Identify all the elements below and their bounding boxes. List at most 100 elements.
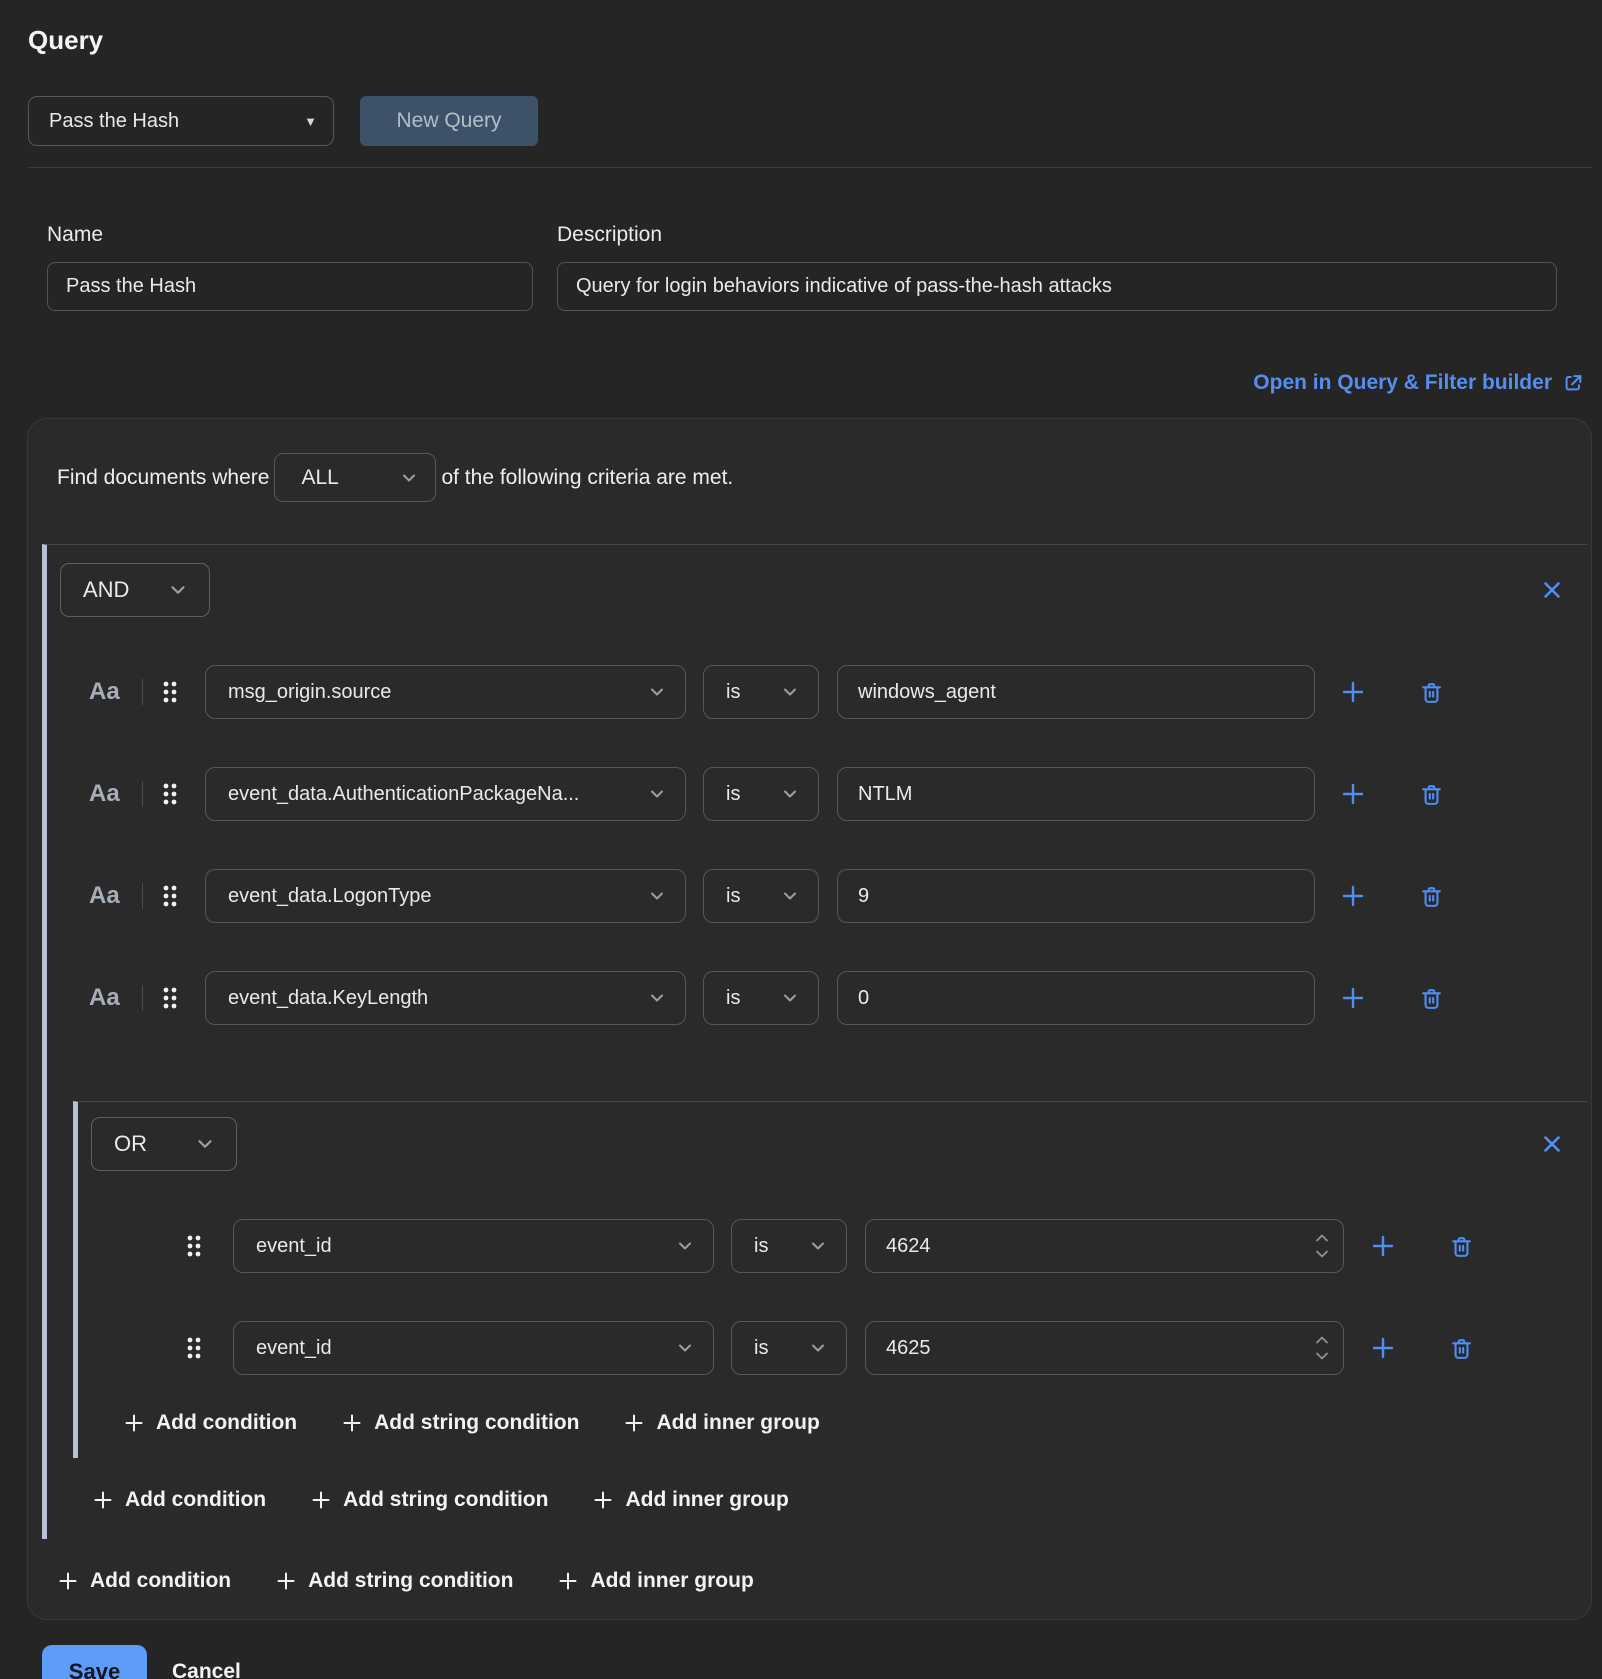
add-condition-inline-button[interactable] — [1370, 1335, 1396, 1361]
remove-or-group-button[interactable] — [1540, 1132, 1564, 1156]
field-select[interactable]: msg_origin.source — [205, 665, 686, 719]
remove-and-group-button[interactable] — [1540, 578, 1564, 602]
operator-select[interactable]: is — [703, 767, 819, 821]
match-type-select[interactable]: ALL — [274, 453, 436, 502]
save-button[interactable]: Save — [42, 1645, 147, 1679]
chevron-down-icon — [399, 468, 419, 488]
add-condition-button[interactable]: Add condition — [124, 1411, 297, 1435]
add-condition-inline-button[interactable] — [1370, 1233, 1396, 1259]
number-value-input[interactable]: 4625 — [865, 1321, 1344, 1375]
add-condition-inline-button[interactable] — [1340, 781, 1366, 807]
close-icon — [1540, 578, 1564, 602]
value-input[interactable]: windows_agent — [837, 665, 1315, 719]
description-label: Description — [557, 222, 1557, 248]
form-actions: Save Cancel — [42, 1645, 1602, 1679]
close-icon — [1540, 1132, 1564, 1156]
plus-icon — [1340, 883, 1366, 909]
add-condition-inline-button[interactable] — [1340, 883, 1366, 909]
and-group-add-row: Add condition Add string condition Add i… — [93, 1488, 1587, 1512]
page-title: Query — [28, 24, 1602, 56]
field-select[interactable]: event_data.AuthenticationPackageNa... — [205, 767, 686, 821]
drag-handle-icon[interactable] — [186, 1234, 202, 1258]
drag-handle-icon[interactable] — [162, 680, 178, 704]
number-stepper[interactable] — [1315, 1336, 1329, 1361]
add-condition-button[interactable]: Add condition — [58, 1569, 231, 1593]
criteria-suffix: of the following criteria are met. — [441, 466, 733, 490]
trash-icon — [1419, 680, 1444, 705]
number-stepper[interactable] — [1315, 1234, 1329, 1259]
add-string-condition-button[interactable]: Add string condition — [276, 1569, 513, 1593]
open-in-builder-link[interactable]: Open in Query & Filter builder — [1253, 371, 1584, 395]
operator-select[interactable]: is — [731, 1219, 847, 1273]
or-operator-value: OR — [114, 1131, 147, 1157]
number-value-input[interactable]: 4624 — [865, 1219, 1344, 1273]
chevron-down-icon — [780, 988, 800, 1008]
delete-condition-button[interactable] — [1419, 884, 1444, 909]
add-condition-inline-button[interactable] — [1340, 679, 1366, 705]
condition-row: Aa event_data.AuthenticationPackageNa...… — [60, 767, 1587, 821]
field-select[interactable]: event_id — [233, 1321, 714, 1375]
and-operator-value: AND — [83, 577, 129, 603]
value-input[interactable]: NTLM — [837, 767, 1315, 821]
trash-icon — [1419, 782, 1444, 807]
string-condition-icon: Aa — [89, 780, 122, 808]
criteria-sentence: Find documents where ALL of the followin… — [57, 453, 1591, 502]
or-group: OR event_id — [73, 1101, 1587, 1458]
delete-condition-button[interactable] — [1449, 1336, 1474, 1361]
condition-row: Aa msg_origin.source is windows_agent — [60, 665, 1587, 719]
name-input[interactable] — [47, 262, 533, 311]
saved-query-select-value: Pass the Hash — [49, 110, 179, 133]
drag-handle-icon[interactable] — [162, 986, 178, 1010]
add-condition-inline-button[interactable] — [1340, 985, 1366, 1011]
trash-icon — [1419, 986, 1444, 1011]
add-inner-group-button[interactable]: Add inner group — [624, 1411, 819, 1435]
delete-condition-button[interactable] — [1449, 1234, 1474, 1259]
chevron-up-icon — [1315, 1234, 1329, 1243]
add-inner-group-button[interactable]: Add inner group — [558, 1569, 753, 1593]
field-select[interactable]: event_data.KeyLength — [205, 971, 686, 1025]
name-label: Name — [47, 222, 533, 248]
plus-icon — [276, 1571, 296, 1591]
criteria-panel: Find documents where ALL of the followin… — [27, 418, 1592, 1620]
or-operator-select[interactable]: OR — [91, 1117, 237, 1171]
add-condition-button[interactable]: Add condition — [93, 1488, 266, 1512]
description-input[interactable] — [557, 262, 1557, 311]
operator-select[interactable]: is — [731, 1321, 847, 1375]
new-query-button[interactable]: New Query — [360, 96, 538, 146]
value-input[interactable]: 0 — [837, 971, 1315, 1025]
operator-select[interactable]: is — [703, 869, 819, 923]
cancel-button[interactable]: Cancel — [172, 1660, 241, 1679]
add-string-condition-button[interactable]: Add string condition — [311, 1488, 548, 1512]
plus-icon — [1340, 679, 1366, 705]
operator-select[interactable]: is — [703, 971, 819, 1025]
saved-query-select[interactable]: Pass the Hash ▼ — [28, 96, 334, 146]
delete-condition-button[interactable] — [1419, 782, 1444, 807]
field-select[interactable]: event_data.LogonType — [205, 869, 686, 923]
chevron-down-icon — [780, 784, 800, 804]
delete-condition-button[interactable] — [1419, 680, 1444, 705]
chevron-down-icon — [1315, 1250, 1329, 1259]
or-group-header: OR — [91, 1117, 1587, 1171]
condition-row: Aa event_data.LogonType is 9 — [60, 869, 1587, 923]
string-condition-icon: Aa — [89, 678, 122, 706]
or-group-add-row: Add condition Add string condition Add i… — [124, 1411, 1587, 1435]
value-input[interactable]: 9 — [837, 869, 1315, 923]
plus-icon — [58, 1571, 78, 1591]
and-operator-select[interactable]: AND — [60, 563, 210, 617]
plus-icon — [93, 1490, 113, 1510]
add-string-condition-button[interactable]: Add string condition — [342, 1411, 579, 1435]
add-inner-group-button[interactable]: Add inner group — [593, 1488, 788, 1512]
drag-handle-icon[interactable] — [162, 884, 178, 908]
operator-select[interactable]: is — [703, 665, 819, 719]
row-divider — [142, 781, 143, 807]
drag-handle-icon[interactable] — [162, 782, 178, 806]
condition-row: event_id is 4625 — [91, 1321, 1587, 1375]
match-type-value: ALL — [301, 466, 338, 490]
plus-icon — [1370, 1233, 1396, 1259]
chevron-down-icon — [647, 682, 667, 702]
field-select[interactable]: event_id — [233, 1219, 714, 1273]
condition-row: Aa event_data.KeyLength is 0 — [60, 971, 1587, 1025]
delete-condition-button[interactable] — [1419, 986, 1444, 1011]
drag-handle-icon[interactable] — [186, 1336, 202, 1360]
chevron-down-icon — [647, 988, 667, 1008]
